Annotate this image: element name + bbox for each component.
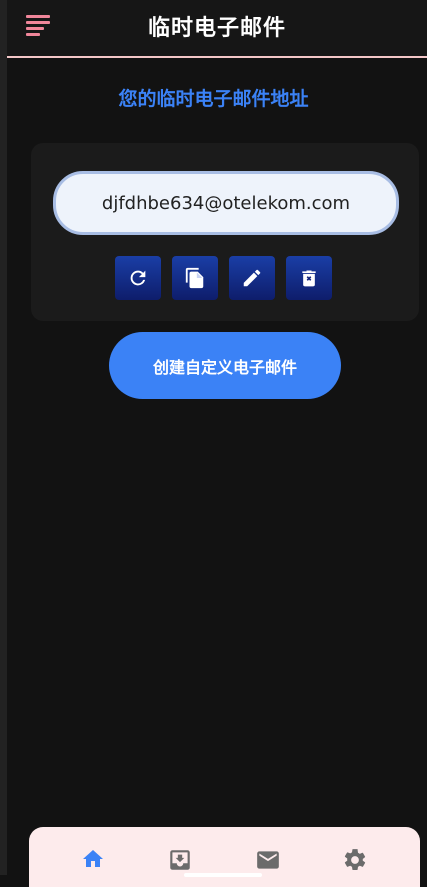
- email-address-text: djfdhbe634@otelekom.com: [101, 192, 351, 214]
- nav-home[interactable]: [78, 847, 108, 877]
- section-title: 您的临时电子邮件地址: [118, 88, 309, 110]
- inbox-icon: [170, 850, 190, 870]
- edit-icon: [243, 269, 261, 287]
- copy-button[interactable]: [172, 256, 218, 300]
- nav-settings[interactable]: [340, 847, 370, 877]
- email-card: djfdhbe634@otelekom.com: [31, 143, 419, 321]
- edit-button[interactable]: [229, 256, 275, 300]
- delete-button[interactable]: [286, 256, 332, 300]
- app-header: 临时电子邮件: [7, 0, 427, 58]
- app-title: 临时电子邮件: [147, 16, 286, 41]
- home-indicator: [184, 873, 262, 877]
- settings-icon: [344, 849, 366, 870]
- left-edge-strip: [0, 0, 7, 875]
- mail-icon: [257, 851, 279, 869]
- bottom-navigation: [29, 827, 420, 887]
- email-actions: [115, 256, 332, 300]
- copy-icon: [185, 267, 204, 289]
- home-icon: [83, 850, 103, 867]
- refresh-button[interactable]: [115, 256, 161, 300]
- email-address-display[interactable]: djfdhbe634@otelekom.com: [53, 171, 399, 235]
- create-custom-email-button[interactable]: 创建自定义电子邮件: [109, 332, 341, 399]
- refresh-icon: [130, 270, 146, 286]
- delete-icon: [302, 270, 316, 287]
